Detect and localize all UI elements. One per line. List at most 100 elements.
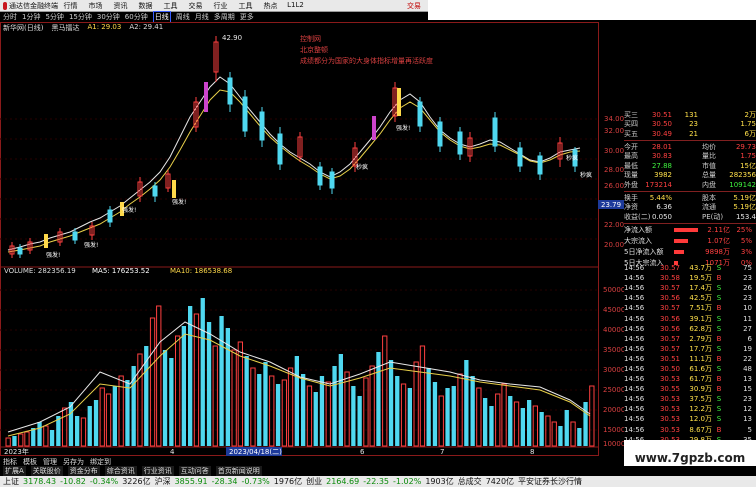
total-label: 总成交 [457, 477, 482, 486]
quote-row: 外盘 173214 内盘 109142 [624, 180, 756, 189]
index-change: -28.34 [211, 477, 238, 486]
volume-tick: 40000 [603, 326, 624, 334]
volume-bar [112, 386, 117, 446]
tick-row: 14:56 30.56 42.5万 S 23 [624, 293, 756, 303]
app-logo-text: 通达信金融终端 [9, 1, 58, 10]
menu-item[interactable]: 工具 [233, 1, 258, 11]
menu-item[interactable]: 市场 [83, 1, 108, 11]
tick-price: 30.51 [659, 354, 680, 363]
tick-count: 23 [743, 395, 752, 404]
volume-label: VOLUME: 282356.19 [4, 267, 76, 275]
volume-bar [80, 417, 87, 447]
quote-row: 最高 30.83 量比 1.75 [624, 152, 756, 161]
tick-count: 15 [743, 385, 752, 394]
flow-row: 净流入额 2.11亿 25% [624, 226, 752, 235]
flow-row: 大宗流入 1.07亿 5% [624, 237, 752, 246]
volume-bar [338, 354, 343, 446]
volume-bar [577, 428, 582, 446]
index-label[interactable]: 上证 [3, 476, 19, 487]
tick-volume: 61.7万 [689, 375, 712, 384]
tick-side: S [716, 364, 722, 373]
signal-bar [172, 180, 176, 198]
tick-price: 30.55 [659, 385, 680, 394]
annotation-line: 控制网 [300, 34, 321, 43]
tick-volume: 19.5万 [689, 274, 712, 283]
tick-row: 14:56 30.56 39.1万 S 11 [624, 313, 756, 323]
tick-count: 27 [743, 324, 752, 333]
tick-volume: 17.7万 [689, 344, 712, 353]
tick-volume: 12.0万 [689, 415, 712, 424]
tab-multi[interactable]: 多周期 [214, 12, 235, 22]
tick-time: 14:56 [624, 364, 645, 373]
price-tick: 30.00 [604, 147, 624, 155]
tick-row: 14:56 30.55 30.9万 B 15 [624, 384, 756, 394]
volume-bar [426, 368, 431, 446]
menu-item[interactable]: L1L2 [283, 1, 308, 11]
index-label[interactable]: 沪深 [155, 476, 171, 487]
volume-bar [68, 402, 74, 446]
tick-row: 14:56 30.53 61.7万 B 13 [624, 374, 756, 384]
tick-row: 14:56 30.57 43.7万 S 75 [624, 263, 756, 273]
index-pct: -0.73% [241, 477, 270, 486]
index-amount: 1903亿 [425, 477, 454, 486]
tab-monthly[interactable]: 月线 [195, 12, 209, 22]
tick-price: 30.57 [659, 334, 680, 343]
ma5-label: MA5: 176253.52 [92, 267, 150, 275]
tick-count: 23 [743, 294, 752, 303]
index-label[interactable]: 创业 [306, 476, 322, 487]
menu-item[interactable]: 热点 [258, 1, 283, 11]
volume-bar [49, 430, 55, 446]
quote-row: 买四 30.50 23 1.75 [624, 120, 756, 129]
tick-count: 5 [747, 425, 752, 434]
tab-weekly[interactable]: 周线 [176, 12, 190, 22]
menu-item[interactable]: 行业 [208, 1, 233, 11]
signal-label: 秒疯 [580, 171, 592, 179]
volume-bar [564, 410, 569, 446]
volume-bar [438, 395, 444, 447]
tick-time: 14:56 [624, 375, 645, 384]
tab-5min[interactable]: 5分钟 [45, 12, 63, 22]
tab-1min[interactable]: 1分钟 [22, 12, 40, 22]
menu-item[interactable]: 数据 [133, 1, 158, 11]
volume-bar [193, 313, 200, 447]
tick-volume: 11.1万 [689, 354, 712, 363]
tab-intraday[interactable]: 分时 [3, 12, 17, 22]
tick-price: 30.53 [659, 395, 680, 404]
trade-button[interactable]: 交易 [407, 0, 421, 12]
tick-list[interactable]: 14:56 30.57 43.7万 S 75 14:56 30.58 19.5万 B 23 14:5… [624, 263, 756, 455]
menu-item[interactable]: 资讯 [108, 1, 133, 11]
volume-bar [357, 396, 362, 446]
tab-30min[interactable]: 30分钟 [97, 12, 120, 22]
tab-more[interactable]: 更多 [240, 12, 254, 22]
volume-bar [250, 367, 256, 447]
volume-bar [470, 376, 475, 446]
index-pct: -1.02% [393, 477, 422, 486]
menu-item[interactable]: 交易 [183, 1, 208, 11]
price-axis: 34.00 32.00 30.00 28.00 26.00 23.79 22.0… [598, 115, 624, 249]
volume-bar [169, 358, 174, 446]
tab-60min[interactable]: 60分钟 [125, 12, 148, 22]
price-tick: 34.00 [604, 115, 624, 123]
volume-bar [231, 349, 237, 447]
indicator-name[interactable]: 黑马擂达 [51, 23, 79, 33]
high-price-label: 42.90 [222, 34, 242, 42]
tick-time: 14:56 [624, 425, 645, 434]
tick-count: 75 [743, 264, 752, 273]
period-tabs: 分时 1分钟 5分钟 15分钟 30分钟 60分钟 日线 周线 月线 多周期 更… [0, 11, 428, 23]
tick-volume: 43.7万 [689, 264, 712, 273]
tab-15min[interactable]: 15分钟 [69, 12, 92, 22]
volume-bar [545, 415, 551, 447]
tick-time: 14:56 [624, 314, 645, 323]
menu-item[interactable]: 工具 [158, 1, 183, 11]
volume-bar [87, 406, 92, 446]
menu-item[interactable]: 行情 [58, 1, 83, 11]
indicator-a1: A1: 29.03 [87, 23, 122, 31]
chart-header: 新华网(日线) 黑马擂达 A1: 29.03 A2: 29.41 [0, 23, 163, 33]
tick-row: 14:56 30.57 2.79万 B 6 [624, 334, 756, 344]
app-logo: 通达信金融终端 [0, 1, 58, 11]
tick-volume: 2.79万 [689, 334, 712, 343]
kline-chart[interactable]: 34.00 32.00 30.00 28.00 26.00 23.79 22.0… [0, 22, 624, 456]
volume-bar [162, 350, 168, 446]
volume-bar [407, 388, 412, 446]
tick-time: 14:56 [624, 294, 645, 303]
